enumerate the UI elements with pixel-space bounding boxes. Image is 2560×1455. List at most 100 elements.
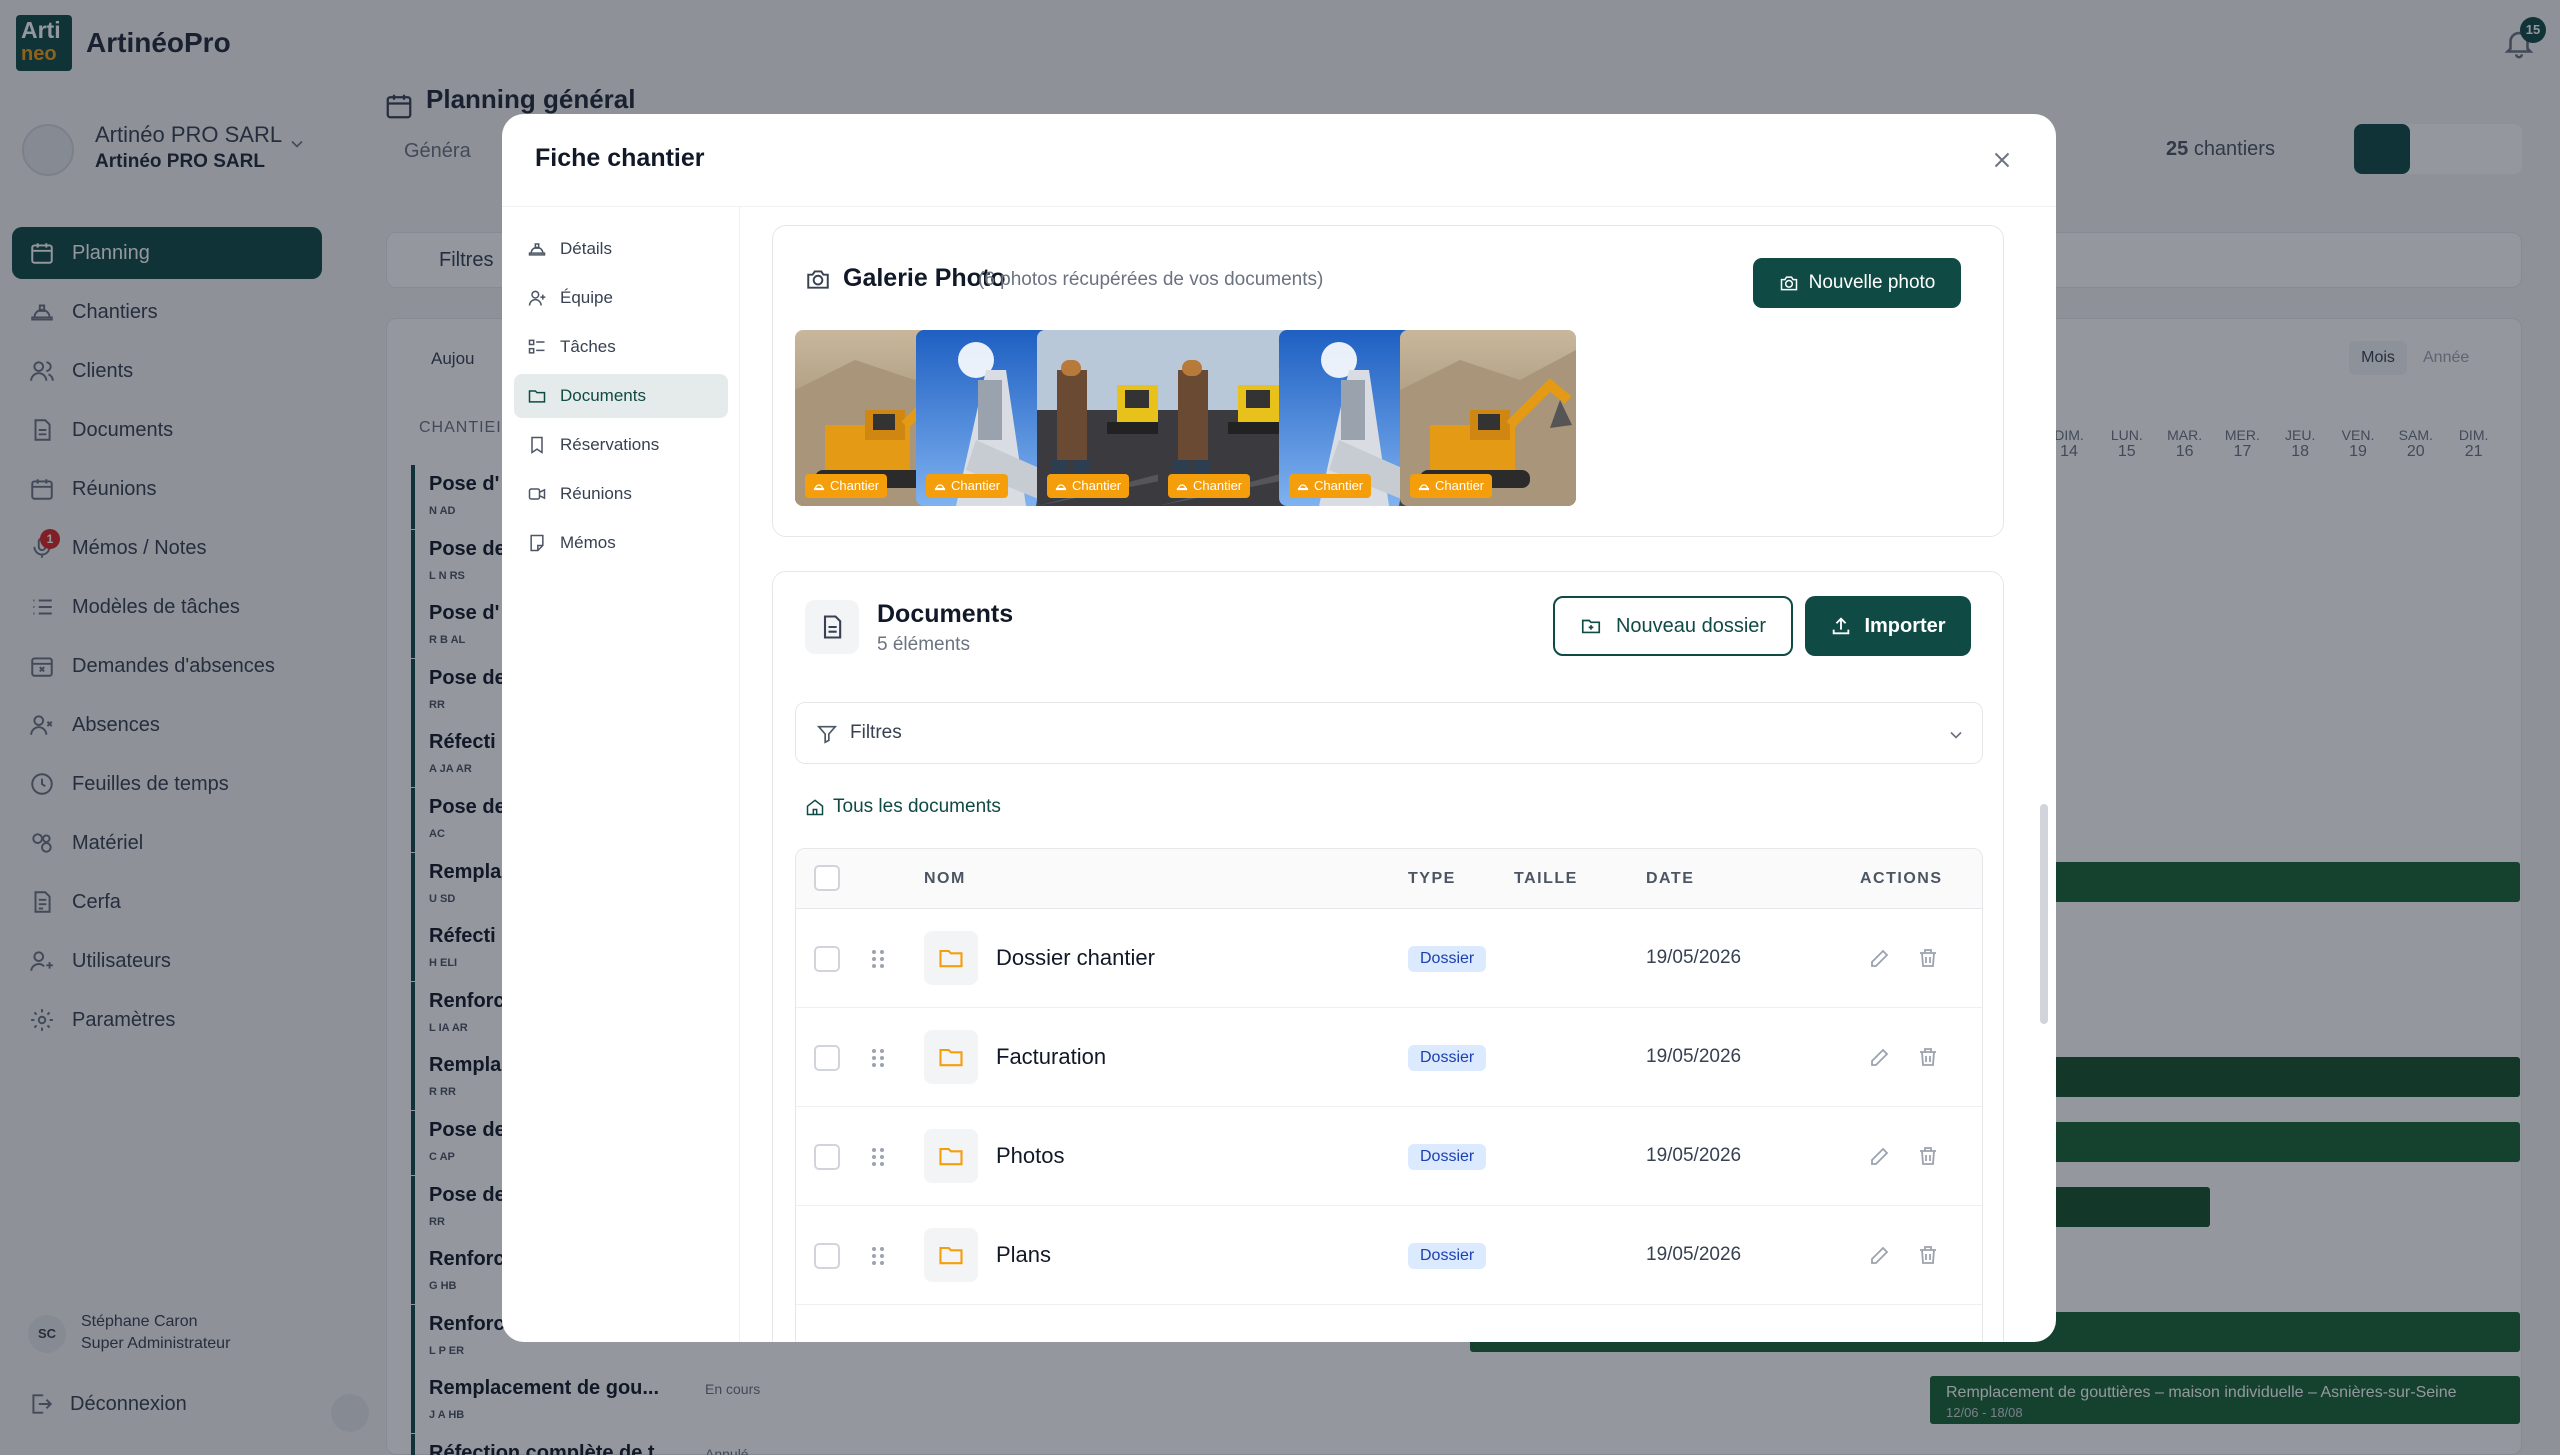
document-date: 19/05/2026 bbox=[1646, 1244, 1742, 1265]
helmet-icon bbox=[526, 238, 548, 260]
documents-table: NOM TYPE TAILLE DATE ACTIONS Dossier cha… bbox=[795, 848, 1983, 1342]
tab-label: Mémos bbox=[560, 533, 616, 552]
edit-icon[interactable] bbox=[1868, 1243, 1892, 1267]
edit-icon[interactable] bbox=[1868, 1045, 1892, 1069]
user-icon bbox=[526, 287, 548, 309]
document-name[interactable]: Facturation bbox=[996, 1044, 1106, 1070]
video-icon bbox=[526, 483, 548, 505]
modal-title: Fiche chantier bbox=[535, 144, 705, 172]
chevron-down-icon bbox=[1946, 725, 1966, 745]
upload-icon bbox=[1830, 615, 1852, 637]
photo-tag: Chantier bbox=[1289, 474, 1372, 498]
photo-thumbnail[interactable]: Chantier bbox=[1400, 330, 1576, 506]
drag-handle-icon[interactable] bbox=[868, 947, 888, 971]
photo-tag-label: Chantier bbox=[1314, 478, 1364, 493]
gallery-subtitle: (6 photos récupérées de vos documents) bbox=[978, 269, 1324, 290]
row-checkbox[interactable] bbox=[814, 946, 840, 972]
filter-icon bbox=[816, 723, 838, 745]
table-header: NOM TYPE TAILLE DATE ACTIONS bbox=[796, 849, 1982, 909]
drag-handle-icon[interactable] bbox=[868, 1145, 888, 1169]
folder-icon bbox=[924, 931, 978, 985]
edit-icon[interactable] bbox=[1868, 946, 1892, 970]
row-checkbox[interactable] bbox=[814, 1243, 840, 1269]
document-name[interactable]: Photos bbox=[996, 1143, 1065, 1169]
tab-reservations[interactable]: Réservations bbox=[514, 423, 728, 467]
document-date: 19/05/2026 bbox=[1646, 947, 1742, 968]
filter-label: Filtres bbox=[850, 722, 902, 743]
column-header-type[interactable]: TYPE bbox=[1408, 870, 1456, 888]
document-date: 19/05/2026 bbox=[1646, 1046, 1742, 1067]
modal-body: Détails Équipe Tâches Documents Réservat… bbox=[502, 206, 2056, 1342]
photo-tag: Chantier bbox=[805, 474, 888, 498]
row-checkbox[interactable] bbox=[814, 1144, 840, 1170]
tab-documents[interactable]: Documents bbox=[514, 374, 728, 418]
documents-count: 5 éléments bbox=[877, 634, 970, 655]
folder-plus-icon bbox=[1580, 615, 1602, 637]
import-label: Importer bbox=[1864, 614, 1946, 637]
document-name[interactable]: Plans bbox=[996, 1242, 1051, 1268]
column-header-name[interactable]: NOM bbox=[924, 870, 966, 888]
row-checkbox[interactable] bbox=[814, 1045, 840, 1071]
tab-details[interactable]: Détails bbox=[514, 227, 728, 271]
document-icon bbox=[805, 600, 859, 654]
folder-icon bbox=[924, 1129, 978, 1183]
new-photo-button[interactable]: Nouvelle photo bbox=[1753, 258, 1961, 308]
tab-label: Tâches bbox=[560, 337, 616, 356]
camera-icon bbox=[1779, 273, 1799, 293]
table-row[interactable]: Plans Dossier 19/05/2026 bbox=[796, 1206, 1982, 1305]
trash-icon[interactable] bbox=[1916, 1243, 1940, 1267]
tab-label: Détails bbox=[560, 239, 612, 258]
type-badge: Dossier bbox=[1408, 1243, 1487, 1269]
checklist-icon bbox=[526, 336, 548, 358]
folder-icon bbox=[924, 1030, 978, 1084]
table-row[interactable]: Facturation Dossier 19/05/2026 bbox=[796, 1008, 1982, 1107]
photo-tag-label: Chantier bbox=[1435, 478, 1485, 493]
fiche-chantier-modal: Fiche chantier Détails Équipe Tâches Doc… bbox=[502, 114, 2056, 1342]
select-all-checkbox[interactable] bbox=[814, 865, 840, 891]
close-icon[interactable] bbox=[1984, 142, 2020, 178]
table-row[interactable]: Photos Dossier 19/05/2026 bbox=[796, 1107, 1982, 1206]
photo-tag-label: Chantier bbox=[830, 478, 880, 493]
tab-taches[interactable]: Tâches bbox=[514, 325, 728, 369]
breadcrumb-label: Tous les documents bbox=[833, 796, 1001, 817]
bookmark-icon bbox=[526, 434, 548, 456]
photo-tag: Chantier bbox=[1168, 474, 1251, 498]
new-photo-label: Nouvelle photo bbox=[1808, 272, 1936, 293]
helmet-icon bbox=[934, 480, 946, 492]
documents-title: Documents bbox=[877, 600, 1014, 628]
trash-icon[interactable] bbox=[1916, 946, 1940, 970]
modal-nav: Détails Équipe Tâches Documents Réservat… bbox=[502, 207, 740, 1342]
trash-icon[interactable] bbox=[1916, 1045, 1940, 1069]
tab-equipe[interactable]: Équipe bbox=[514, 276, 728, 320]
photo-tag-label: Chantier bbox=[1193, 478, 1243, 493]
documents-filter[interactable]: Filtres bbox=[795, 702, 1983, 764]
folder-icon bbox=[526, 385, 548, 407]
table-row[interactable]: Dossier chantier Dossier 19/05/2026 bbox=[796, 909, 1982, 1008]
photo-gallery: Galerie Photo (6 photos récupérées de vo… bbox=[772, 225, 2004, 537]
home-icon bbox=[805, 797, 825, 817]
camera-icon bbox=[805, 266, 831, 292]
new-folder-button[interactable]: Nouveau dossier bbox=[1553, 596, 1793, 656]
import-button[interactable]: Importer bbox=[1805, 596, 1971, 656]
trash-icon[interactable] bbox=[1916, 1144, 1940, 1168]
type-badge: Dossier bbox=[1408, 1144, 1487, 1170]
tab-memos[interactable]: Mémos bbox=[514, 521, 728, 565]
edit-icon[interactable] bbox=[1868, 1144, 1892, 1168]
breadcrumb[interactable]: Tous les documents bbox=[805, 796, 1001, 818]
photo-tag: Chantier bbox=[1410, 474, 1493, 498]
new-folder-label: Nouveau dossier bbox=[1615, 614, 1767, 637]
column-header-size[interactable]: TAILLE bbox=[1514, 870, 1578, 888]
drag-handle-icon[interactable] bbox=[868, 1046, 888, 1070]
helmet-icon bbox=[1297, 480, 1309, 492]
helmet-icon bbox=[1418, 480, 1430, 492]
drag-handle-icon[interactable] bbox=[868, 1244, 888, 1268]
column-header-date[interactable]: DATE bbox=[1646, 870, 1694, 888]
vertical-scrollbar[interactable] bbox=[2040, 804, 2048, 1024]
document-name[interactable]: Dossier chantier bbox=[996, 945, 1155, 971]
photo-tag-label: Chantier bbox=[1072, 478, 1122, 493]
tab-reunions[interactable]: Réunions bbox=[514, 472, 728, 516]
document-date: 19/05/2026 bbox=[1646, 1145, 1742, 1166]
type-badge: Dossier bbox=[1408, 946, 1487, 972]
helmet-icon bbox=[1176, 480, 1188, 492]
documents-section: Documents 5 éléments Nouveau dossier Imp… bbox=[772, 571, 2004, 1342]
